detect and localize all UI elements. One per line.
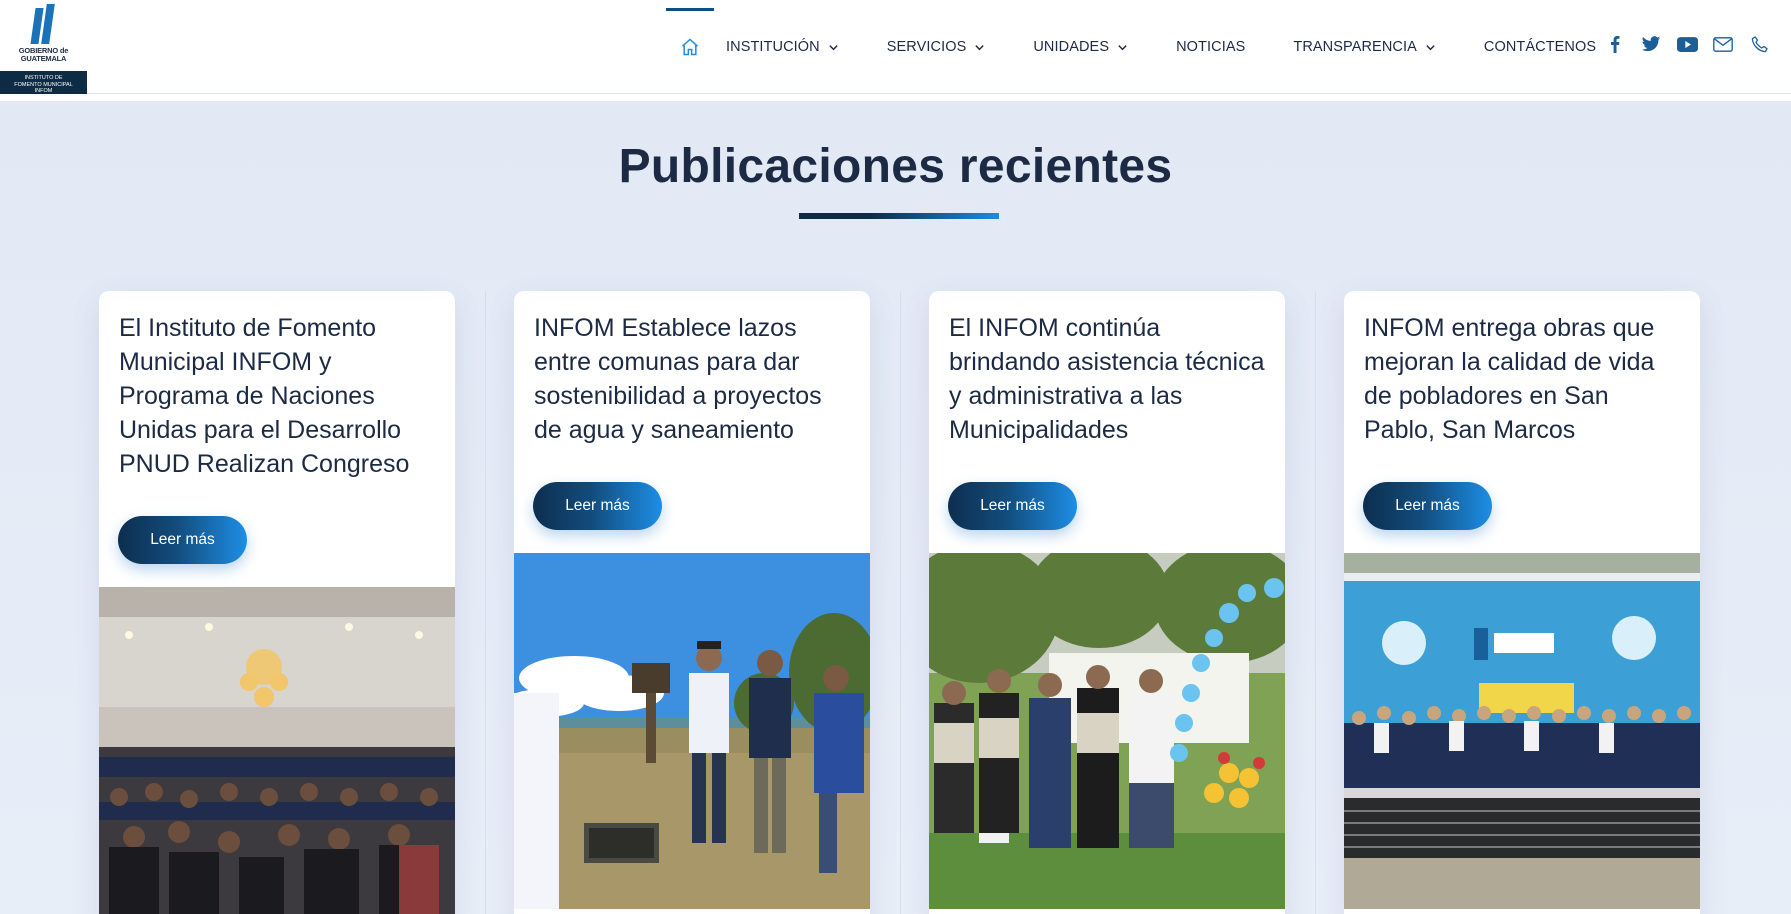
- phone-icon[interactable]: [1748, 33, 1770, 55]
- logo-band-line-3: INFOM: [34, 88, 53, 94]
- facebook-icon[interactable]: [1604, 33, 1626, 55]
- nav-label: UNIDADES: [1033, 39, 1110, 55]
- nav-label: CONTÁCTENOS: [1483, 39, 1597, 55]
- nav-label: NOTICIAS: [1176, 39, 1246, 55]
- read-more-button[interactable]: Leer más: [533, 482, 662, 530]
- nav-home-link[interactable]: [666, 0, 714, 94]
- infom-logo[interactable]: GOBIERNO de GUATEMALA INSTITUTO DE FOMEN…: [0, 0, 87, 94]
- section-title: Publicaciones recientes: [618, 140, 1173, 193]
- nav-item-servicios[interactable]: SERVICIOS: [887, 39, 986, 55]
- nav-label: INSTITUCIÓN: [726, 39, 820, 55]
- field-visit-photo[interactable]: [514, 553, 870, 909]
- chevron-down-icon: [829, 44, 838, 50]
- post-title[interactable]: El Instituto de Fomento Municipal INFOM …: [119, 311, 439, 481]
- nav-item-noticias[interactable]: NOTICIAS: [1176, 39, 1245, 55]
- chevron-down-icon: [975, 44, 985, 50]
- mail-icon[interactable]: [1712, 33, 1734, 55]
- chevron-down-icon: [1426, 44, 1435, 50]
- nav-item-institucion[interactable]: INSTITUCIÓN: [726, 39, 839, 55]
- post-card: El INFOM continúa brindando asistencia t…: [929, 291, 1285, 914]
- post-title[interactable]: El INFOM continúa brindando asistencia t…: [949, 311, 1269, 447]
- nav-item-unidades[interactable]: UNIDADES: [1033, 39, 1128, 55]
- card-divider: [1315, 291, 1316, 914]
- main-nav: INSTITUCIÓN SERVICIOS UNIDADES NOTICIAS …: [666, 0, 1644, 94]
- read-more-button[interactable]: Leer más: [118, 516, 247, 564]
- nav-item-transparencia[interactable]: TRANSPARENCIA: [1293, 39, 1436, 55]
- logo-band: INSTITUTO DE FOMENTO MUNICIPAL INFOM: [0, 71, 87, 94]
- read-more-button[interactable]: Leer más: [1363, 482, 1492, 530]
- logo-text: GOBIERNO de GUATEMALA: [2, 47, 85, 63]
- title-underline: [799, 213, 999, 219]
- site-header: GOBIERNO de GUATEMALA INSTITUTO DE FOMEN…: [0, 0, 1791, 94]
- twitter-icon[interactable]: [1640, 33, 1662, 55]
- recent-posts-section: Publicaciones recientes El Instituto de …: [0, 101, 1791, 914]
- nav-label: TRANSPARENCIA: [1293, 39, 1417, 55]
- card-divider: [900, 291, 901, 914]
- social-links: [1604, 33, 1770, 55]
- post-card: El Instituto de Fomento Municipal INFOM …: [99, 291, 455, 914]
- post-title[interactable]: INFOM Establece lazos entre comunas para…: [534, 311, 854, 447]
- conference-hall-photo[interactable]: [99, 587, 455, 914]
- nav-label: SERVICIOS: [886, 39, 967, 55]
- ceremony-photo[interactable]: [929, 553, 1285, 909]
- logo-line-2: GUATEMALA: [20, 54, 67, 63]
- post-card: INFOM entrega obras que mejoran la calid…: [1344, 291, 1700, 914]
- home-icon: [682, 38, 698, 56]
- chevron-down-icon: [1118, 44, 1127, 50]
- post-card: INFOM Establece lazos entre comunas para…: [514, 291, 870, 914]
- post-title[interactable]: INFOM entrega obras que mejoran la calid…: [1364, 311, 1684, 447]
- youtube-icon[interactable]: [1676, 33, 1698, 55]
- nav-item-contactenos[interactable]: CONTÁCTENOS: [1484, 39, 1596, 55]
- water-plant-group-photo[interactable]: [1344, 553, 1700, 909]
- read-more-button[interactable]: Leer más: [948, 482, 1077, 530]
- card-divider: [485, 291, 486, 914]
